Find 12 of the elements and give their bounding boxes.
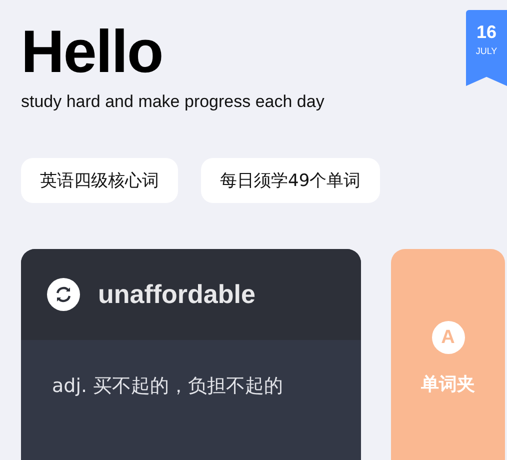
- word-text: unaffordable: [98, 279, 256, 310]
- tag-chip[interactable]: 英语四级核心词: [21, 158, 178, 203]
- letter-icon: A: [432, 321, 464, 354]
- tag-chip[interactable]: 每日须学49个单词: [201, 158, 380, 203]
- subtitle: study hard and make progress each day: [21, 92, 326, 112]
- date-month: JULY: [476, 46, 498, 56]
- folder-label: 单词夹: [421, 373, 475, 396]
- date-day: 16: [476, 22, 497, 43]
- word-card[interactable]: unaffordable adj. 买不起的，负担不起的: [21, 249, 361, 460]
- word-definition: adj. 买不起的，负担不起的: [51, 374, 284, 399]
- greeting-title: Hello: [21, 18, 163, 86]
- refresh-icon[interactable]: [47, 278, 80, 311]
